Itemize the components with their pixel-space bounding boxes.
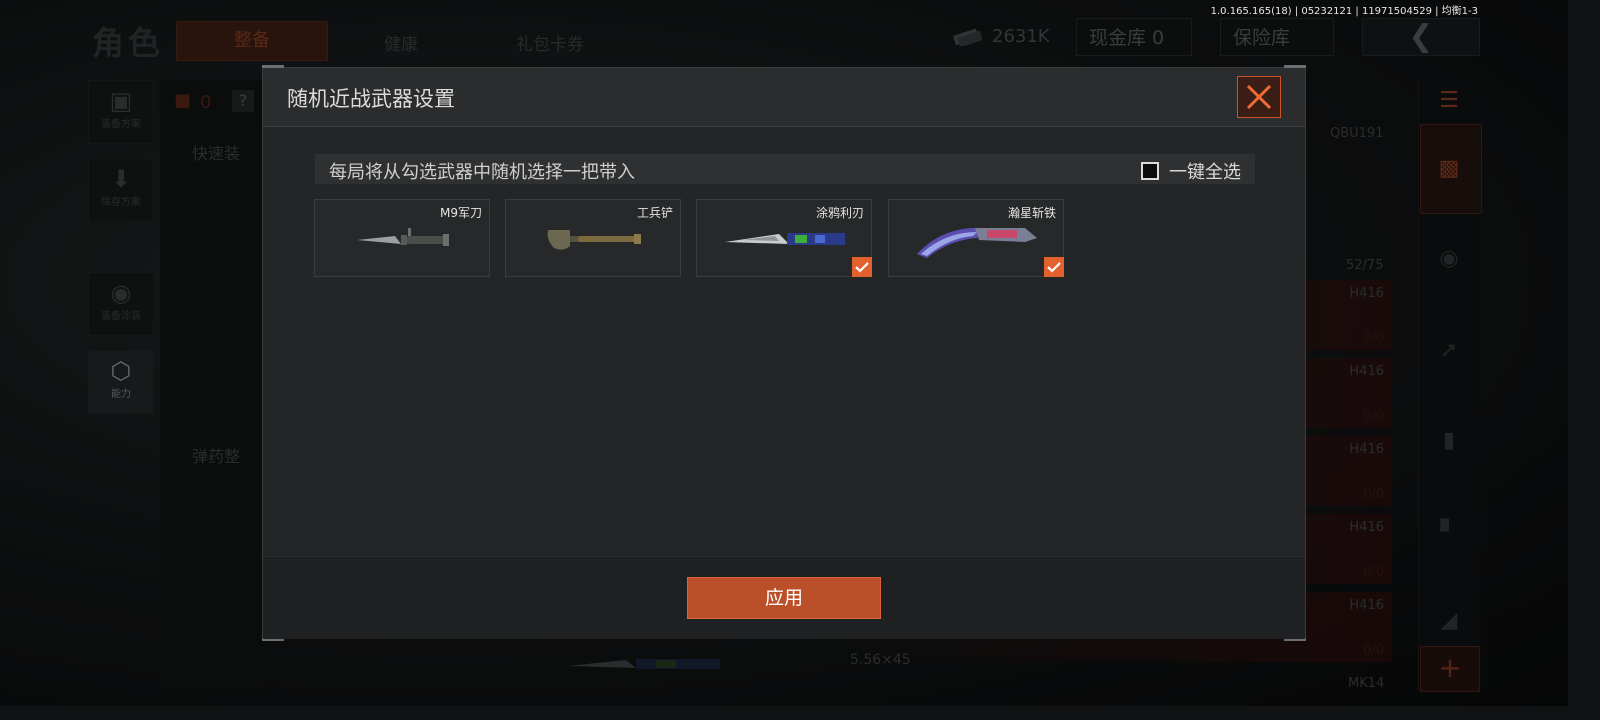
weapon-card-shovel[interactable]: 工兵铲 — [505, 199, 681, 277]
version-info: 1.0.165.165(18) | 05232121 | 11971504529… — [1210, 6, 1478, 17]
checkmark-icon — [855, 262, 869, 273]
weapon-card-m9[interactable]: M9军刀 — [314, 199, 490, 277]
hint-text: 每局将从勾选武器中随机选择一把带入 — [329, 162, 635, 183]
modal-title: 随机近战武器设置 — [287, 87, 455, 111]
shovel-icon — [547, 230, 641, 250]
select-all-toggle[interactable]: 一键全选 — [1141, 158, 1241, 184]
apply-button[interactable]: 应用 — [687, 577, 881, 619]
checkmark-icon — [1047, 262, 1061, 273]
close-button[interactable] — [1237, 76, 1281, 118]
weapon-name: 涂鸦利刃 — [815, 206, 864, 220]
random-melee-modal: 随机近战武器设置 每局将从勾选武器中随机选择一把带入 一键全选 M9军刀 工兵铲 — [262, 65, 1306, 641]
weapon-name: M9军刀 — [440, 206, 482, 220]
weapon-card-starblade[interactable]: 瀚星斩铁 — [888, 199, 1064, 277]
weapon-checkbox-checked[interactable] — [1044, 257, 1064, 277]
starblade-icon — [917, 227, 1037, 258]
corner-decoration — [262, 65, 284, 68]
select-all-label: 一键全选 — [1169, 162, 1241, 183]
weapon-card-graffiti-blade[interactable]: 涂鸦利刃 — [696, 199, 872, 277]
modal-header: 随机近战武器设置 — [263, 68, 1305, 127]
weapon-name: 瀚星斩铁 — [1007, 206, 1056, 220]
close-icon — [1246, 84, 1272, 110]
m9-bayonet-icon — [357, 228, 449, 246]
weapon-checkbox-checked[interactable] — [852, 257, 872, 277]
weapon-name: 工兵铲 — [636, 206, 673, 220]
select-all-checkbox[interactable] — [1141, 162, 1159, 180]
graffiti-blade-icon — [725, 233, 845, 245]
corner-decoration — [1284, 65, 1306, 68]
hint-bar: 每局将从勾选武器中随机选择一把带入 一键全选 — [315, 154, 1255, 184]
